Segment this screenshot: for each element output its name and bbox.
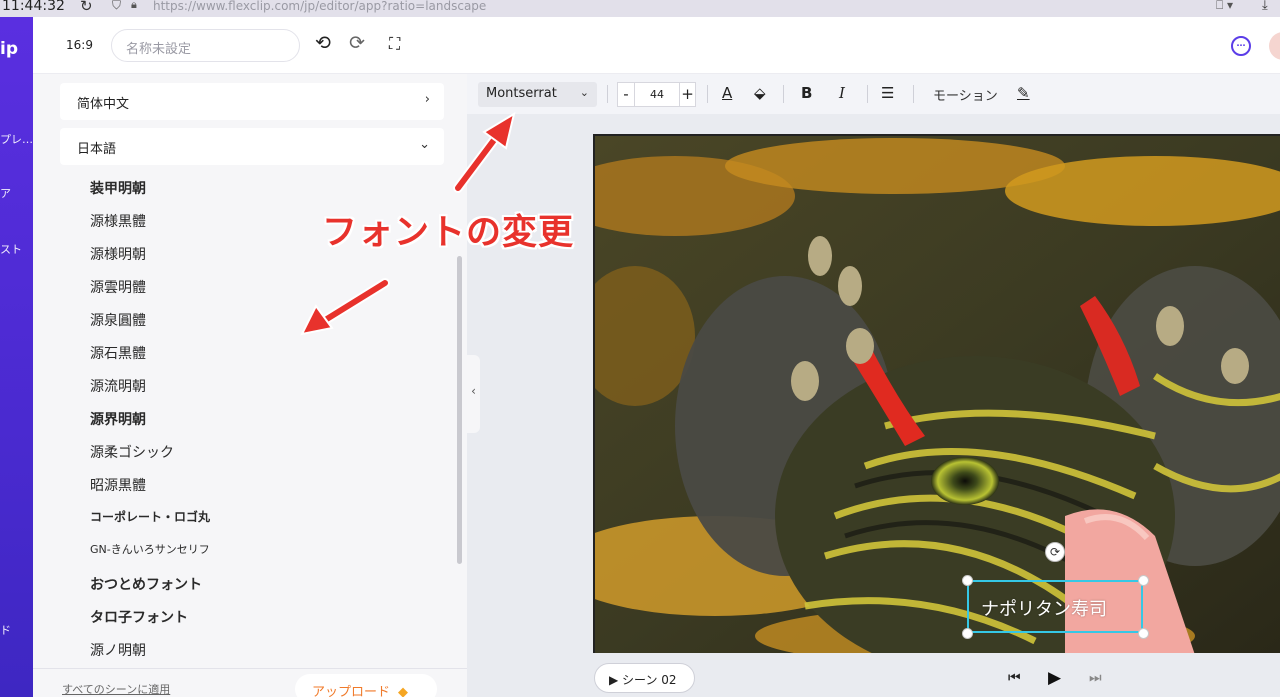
shield-icon[interactable]: ⛉ bbox=[112, 0, 121, 13]
rotate-icon[interactable]: ⟳ bbox=[1045, 542, 1065, 562]
aspect-ratio-button[interactable]: 16:9 bbox=[66, 38, 93, 52]
font-item[interactable]: 源界明朝 bbox=[90, 409, 146, 429]
lang-row-japanese[interactable]: 日本語 ⌄ bbox=[60, 128, 444, 165]
font-item[interactable]: 装甲明朝 bbox=[90, 178, 146, 198]
increase-size-button[interactable]: + bbox=[679, 83, 695, 106]
text-color-icon[interactable]: A bbox=[722, 84, 732, 102]
video-canvas[interactable] bbox=[593, 134, 1280, 653]
turtle-photo bbox=[595, 136, 1280, 653]
highlight-color-icon[interactable]: ⬙ bbox=[754, 84, 766, 102]
scene-label: シーン 02 bbox=[622, 673, 677, 687]
scene-button[interactable]: ▶ シーン 02 bbox=[594, 663, 695, 693]
text-format-toolbar: Montserrat ⌄ - 44 + A ⬙ B I ☰ モーション ✎ bbox=[467, 74, 1280, 114]
font-list-scrollbar[interactable] bbox=[457, 256, 462, 564]
chat-icon[interactable]: … bbox=[1231, 36, 1251, 56]
fullscreen-icon[interactable]: ⛶ bbox=[389, 34, 400, 54]
font-item[interactable]: 源石黒體 bbox=[90, 343, 146, 363]
collapse-panel-button[interactable]: ‹ bbox=[467, 355, 480, 433]
bookmark-icon[interactable]: ⎕ ▾ bbox=[1216, 0, 1233, 13]
skip-forward-icon[interactable]: ⏭ bbox=[1089, 670, 1102, 686]
divider bbox=[783, 85, 784, 103]
font-size-value[interactable]: 44 bbox=[635, 83, 679, 106]
chevron-left-icon: ‹ bbox=[471, 384, 476, 398]
divider bbox=[607, 85, 608, 103]
motion-button[interactable]: モーション bbox=[933, 85, 998, 104]
decrease-size-button[interactable]: - bbox=[618, 83, 635, 106]
font-item[interactable]: 源雲明體 bbox=[90, 277, 146, 297]
font-item[interactable]: 源ノ明朝 bbox=[90, 640, 146, 660]
panel-footer: すべてのシーンに適用 アップロード ◆ bbox=[33, 668, 467, 697]
lang-row-chinese[interactable]: 简体中文 › bbox=[60, 83, 444, 120]
chevron-down-icon: ⌄ bbox=[579, 86, 589, 99]
font-item[interactable]: おつとめフォント bbox=[90, 574, 202, 594]
resize-handle[interactable] bbox=[1138, 575, 1149, 586]
resize-handle[interactable] bbox=[962, 628, 973, 639]
font-panel: 简体中文 › 日本語 ⌄ 装甲明朝 源様黒體 源様明朝 源雲明體 源泉圓體 源石… bbox=[33, 74, 467, 697]
font-size-stepper[interactable]: - 44 + bbox=[617, 82, 696, 107]
upgrade-button[interactable]: アップロード ◆ bbox=[295, 674, 437, 697]
font-item[interactable]: 源泉圓體 bbox=[90, 310, 146, 330]
resize-handle[interactable] bbox=[962, 575, 973, 586]
divider bbox=[867, 85, 868, 103]
font-item[interactable]: 源様明朝 bbox=[90, 244, 146, 264]
font-item[interactable]: コーポレート・ロゴ丸 bbox=[90, 508, 210, 525]
annotation-label: フォントの変更 bbox=[322, 213, 575, 253]
address-bar[interactable]: https://www.flexclip.com/jp/editor/app?r… bbox=[153, 0, 486, 13]
upgrade-label: アップロード bbox=[312, 685, 391, 697]
left-nav: ip プレ… ア スト ド bbox=[0, 17, 33, 697]
skip-back-icon[interactable]: ⏮ bbox=[1008, 670, 1021, 686]
play-icon[interactable]: ▶ bbox=[1048, 668, 1061, 688]
reload-icon[interactable]: ↻ bbox=[80, 0, 93, 15]
play-small-icon: ▶ bbox=[609, 673, 623, 687]
nav-item-upload[interactable]: ド bbox=[0, 622, 11, 638]
app-logo[interactable]: ip bbox=[0, 39, 18, 59]
bold-icon[interactable]: B bbox=[801, 84, 812, 102]
text-element-content[interactable]: ナポリタン寿司 bbox=[981, 595, 1107, 621]
lang-label: 简体中文 bbox=[77, 97, 130, 112]
apply-all-link[interactable]: すべてのシーンに適用 bbox=[62, 681, 170, 697]
divider bbox=[913, 85, 914, 103]
lock-icon[interactable]: 🔒︎ bbox=[131, 0, 137, 12]
avatar[interactable] bbox=[1269, 32, 1280, 60]
undo-icon[interactable]: ⟲ bbox=[315, 32, 331, 54]
font-item[interactable]: タロ子フォント bbox=[90, 607, 188, 627]
download-icon[interactable]: ⤓ bbox=[1262, 0, 1268, 13]
chevron-right-icon: › bbox=[424, 92, 430, 107]
font-item[interactable]: GN-きんいろサンセリフ bbox=[90, 541, 210, 557]
divider bbox=[707, 85, 708, 103]
clock: 11:44:32 bbox=[2, 0, 65, 14]
chevron-down-icon: ⌄ bbox=[419, 137, 430, 152]
project-name-input[interactable]: 名称未設定 bbox=[111, 29, 300, 62]
font-family-value: Montserrat bbox=[486, 86, 557, 101]
italic-icon[interactable]: I bbox=[839, 84, 845, 102]
text-element[interactable]: ナポリタン寿司 bbox=[967, 580, 1143, 633]
redo-icon[interactable]: ⟳ bbox=[349, 32, 365, 54]
font-item[interactable]: 源様黒體 bbox=[90, 211, 146, 231]
lang-label: 日本語 bbox=[77, 142, 117, 157]
align-icon[interactable]: ☰ bbox=[881, 84, 894, 102]
font-item[interactable]: 源柔ゴシック bbox=[90, 442, 174, 462]
nav-item-text[interactable]: スト bbox=[0, 241, 22, 257]
browser-bar: 11:44:32 ↻ ⛉ 🔒︎ https://www.flexclip.com… bbox=[0, 0, 1280, 17]
gem-icon: ◆ bbox=[398, 685, 409, 697]
nav-item-media[interactable]: ア bbox=[0, 185, 11, 201]
pen-icon[interactable]: ✎ bbox=[1017, 84, 1030, 102]
font-item[interactable]: 源流明朝 bbox=[90, 376, 146, 396]
nav-item-templates[interactable]: プレ… bbox=[0, 131, 33, 147]
font-family-select[interactable]: Montserrat ⌄ bbox=[478, 82, 597, 107]
font-item[interactable]: 昭源黒體 bbox=[90, 475, 146, 495]
resize-handle[interactable] bbox=[1138, 628, 1149, 639]
top-toolbar: 16:9 名称未設定 ⟲ ⟳ ⛶ … bbox=[33, 17, 1280, 74]
